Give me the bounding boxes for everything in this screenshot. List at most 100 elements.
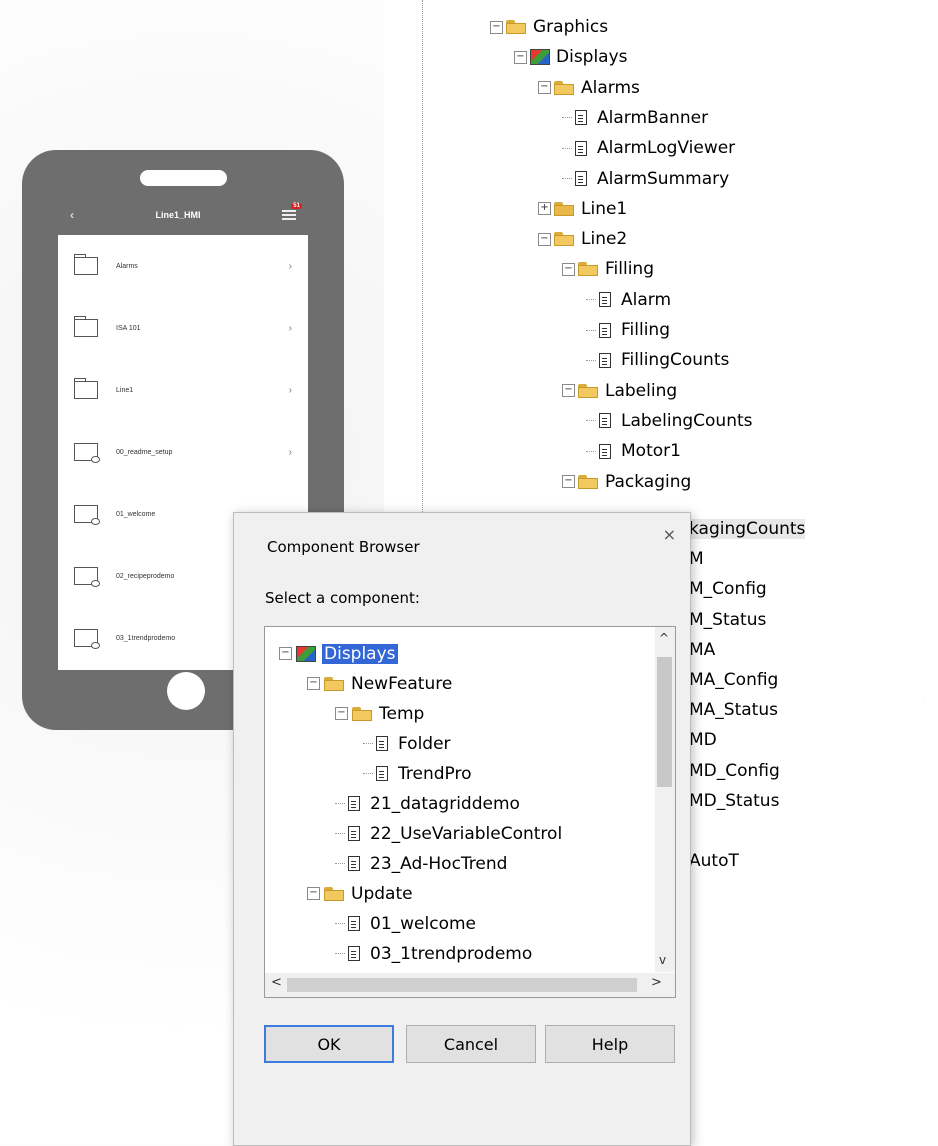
expand-icon[interactable]: + — [538, 202, 551, 216]
component-tree-node[interactable]: − Displays — [279, 639, 398, 668]
tree-node[interactable]: + Line1 — [538, 194, 627, 224]
component-tree-node[interactable]: 01_welcome — [335, 909, 476, 938]
tree-connector — [562, 147, 572, 149]
tree-connector — [586, 359, 596, 361]
tree-node[interactable]: AlarmSummary — [562, 164, 729, 194]
tree-node[interactable]: Motor1 — [586, 436, 681, 466]
vertical-scrollbar[interactable]: ^ v — [655, 627, 675, 972]
tree-connector — [562, 178, 572, 179]
phone-list-item-label: Alarms — [116, 262, 138, 270]
tree-node-label: NewFeature — [351, 673, 453, 694]
scroll-right-icon[interactable]: > — [651, 975, 662, 990]
tree-node[interactable]: − Filling — [562, 254, 654, 284]
phone-list-item[interactable]: ISA 101 › — [58, 297, 308, 359]
tree-node[interactable]: LabelingCounts — [586, 406, 753, 436]
component-tree-node[interactable]: 21_datagriddemo — [335, 789, 520, 818]
collapse-icon[interactable]: − — [490, 20, 503, 34]
collapse-icon[interactable]: − — [538, 81, 551, 95]
scroll-up-icon[interactable]: ^ — [659, 631, 669, 645]
document-icon — [599, 352, 611, 368]
component-tree-node[interactable]: Folder — [363, 729, 451, 758]
component-tree-node[interactable]: 03_1trendprodemo — [335, 939, 532, 968]
tree-node[interactable]: Filling — [586, 315, 670, 345]
scroll-down-icon[interactable]: v — [659, 953, 666, 967]
component-tree-node[interactable]: 22_UseVariableControl — [335, 819, 562, 848]
folder-open-icon — [324, 886, 344, 901]
tree-node[interactable]: − Alarms — [538, 73, 640, 103]
collapse-icon[interactable]: − — [538, 232, 551, 246]
tree-node-label-partial: AutoT — [689, 851, 739, 872]
collapse-icon[interactable]: − — [562, 262, 575, 276]
tree-connector — [335, 923, 345, 924]
tree-connector — [586, 450, 596, 452]
folder-icon — [74, 254, 98, 275]
component-browser-dialog: Component Browser × Select a component: … — [233, 512, 691, 1146]
document-icon — [376, 736, 388, 751]
menu-icon[interactable]: 51 — [281, 203, 302, 220]
tree-node[interactable]: FillingCounts — [586, 345, 729, 375]
phone-list-item[interactable]: 00_readme_setup › — [58, 421, 308, 483]
folder-open-icon — [554, 232, 574, 247]
tree-connector — [335, 953, 345, 954]
document-icon — [575, 110, 587, 126]
phone-title: Line1_HMI — [155, 210, 201, 220]
tree-connector — [562, 117, 572, 119]
tree-node[interactable]: − Displays — [514, 42, 628, 72]
dialog-title: Component Browser — [267, 538, 420, 556]
cancel-button[interactable]: Cancel — [406, 1025, 536, 1063]
tree-node-label-partial: M_Config — [689, 579, 767, 600]
tree-node-label-partial: MA_Config — [689, 670, 779, 690]
tree-node-label: LabelingCounts — [621, 410, 753, 431]
component-tree-listbox[interactable]: − Displays − NewFeature − Temp Folder TrendPro 2… — [264, 626, 676, 998]
help-button[interactable]: Help — [545, 1025, 675, 1063]
collapse-icon[interactable]: − — [335, 707, 348, 720]
tree-node-label: Graphics — [533, 17, 609, 37]
back-icon[interactable]: ‹ — [70, 208, 74, 222]
collapse-icon[interactable]: − — [514, 50, 527, 64]
tree-node[interactable]: − Labeling — [562, 376, 677, 406]
tree-node-label: Labeling — [605, 380, 678, 401]
chevron-right-icon: › — [288, 322, 292, 334]
tree-node-label: Filling — [621, 320, 670, 340]
tree-connector — [363, 743, 373, 744]
phone-list-item[interactable]: Alarms › — [58, 235, 308, 297]
collapse-icon[interactable]: − — [562, 475, 575, 488]
display-icon — [74, 567, 100, 587]
tree-node[interactable]: AlarmBanner — [562, 103, 708, 133]
alarm-count-badge: 51 — [291, 203, 302, 209]
tree-node[interactable]: − Packaging — [562, 467, 691, 497]
collapse-icon[interactable]: − — [279, 647, 292, 660]
tree-node-label: Packaging — [605, 471, 692, 492]
component-tree-node[interactable]: − Update — [307, 879, 413, 908]
tree-connector — [335, 803, 345, 804]
document-icon — [599, 292, 611, 308]
displays-icon — [296, 645, 316, 662]
tree-node-label: FillingCounts — [621, 350, 730, 371]
component-tree-node[interactable]: − Temp — [335, 699, 424, 728]
ok-button[interactable]: OK — [264, 1025, 394, 1063]
close-icon[interactable]: × — [663, 525, 676, 544]
horizontal-scrollbar[interactable]: < > — [265, 973, 675, 997]
phone-list-item-label: Line1 — [116, 386, 134, 394]
component-tree-node[interactable]: TrendPro — [363, 759, 472, 788]
collapse-icon[interactable]: − — [562, 384, 575, 398]
collapse-icon[interactable]: − — [307, 887, 320, 900]
vertical-scroll-thumb[interactable] — [657, 657, 672, 787]
tree-node[interactable]: Alarm — [586, 285, 671, 315]
tree-node[interactable]: − Graphics — [490, 12, 608, 42]
horizontal-scroll-thumb[interactable] — [287, 978, 637, 992]
folder-open-icon — [554, 80, 574, 95]
collapse-icon[interactable]: − — [307, 677, 320, 690]
tree-connector — [335, 863, 345, 864]
phone-list-item-label: ISA 101 — [116, 324, 141, 332]
tree-node[interactable]: − Line2 — [538, 224, 627, 254]
component-tree-node[interactable]: 23_Ad-HocTrend — [335, 849, 507, 878]
phone-list-item[interactable]: Line1 › — [58, 359, 308, 421]
tree-node[interactable]: AlarmLogViewer — [562, 133, 735, 163]
chevron-right-icon: › — [288, 260, 292, 272]
scroll-left-icon[interactable]: < — [271, 975, 282, 990]
tree-node-label-partial: MD_Status — [689, 790, 780, 811]
folder-open-icon — [352, 706, 372, 721]
tree-connector — [586, 329, 596, 331]
component-tree-node[interactable]: − NewFeature — [307, 669, 452, 698]
